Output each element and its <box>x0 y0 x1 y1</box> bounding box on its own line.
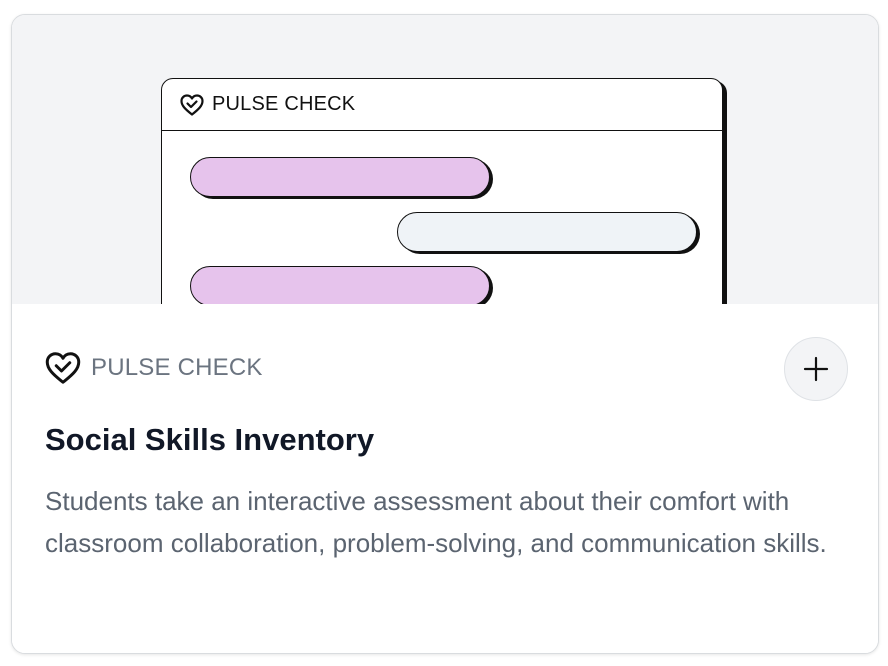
add-button[interactable] <box>784 337 848 401</box>
card-title: Social Skills Inventory <box>45 422 375 457</box>
heart-check-icon <box>180 93 204 116</box>
card-preview-illustration: PULSE CHECK <box>12 15 878 304</box>
heart-check-icon <box>45 351 81 385</box>
card-content: PULSE CHECK Social Skills Inventory Stud… <box>12 304 878 653</box>
activity-type-label: PULSE CHECK <box>91 354 263 381</box>
activity-card[interactable]: PULSE CHECK PULSE CHECK Social Skills In… <box>11 14 879 654</box>
plus-icon <box>803 356 829 382</box>
card-description: Students take an interactive assessment … <box>45 486 827 558</box>
preview-reply-bubble <box>397 212 697 252</box>
activity-type-tag: PULSE CHECK <box>45 351 263 385</box>
preview-window-title: PULSE CHECK <box>212 93 356 115</box>
preview-message-bubble <box>190 157 490 197</box>
preview-window-header: PULSE CHECK <box>162 79 722 131</box>
preview-window: PULSE CHECK <box>161 78 723 304</box>
preview-message-bubble <box>190 266 490 304</box>
